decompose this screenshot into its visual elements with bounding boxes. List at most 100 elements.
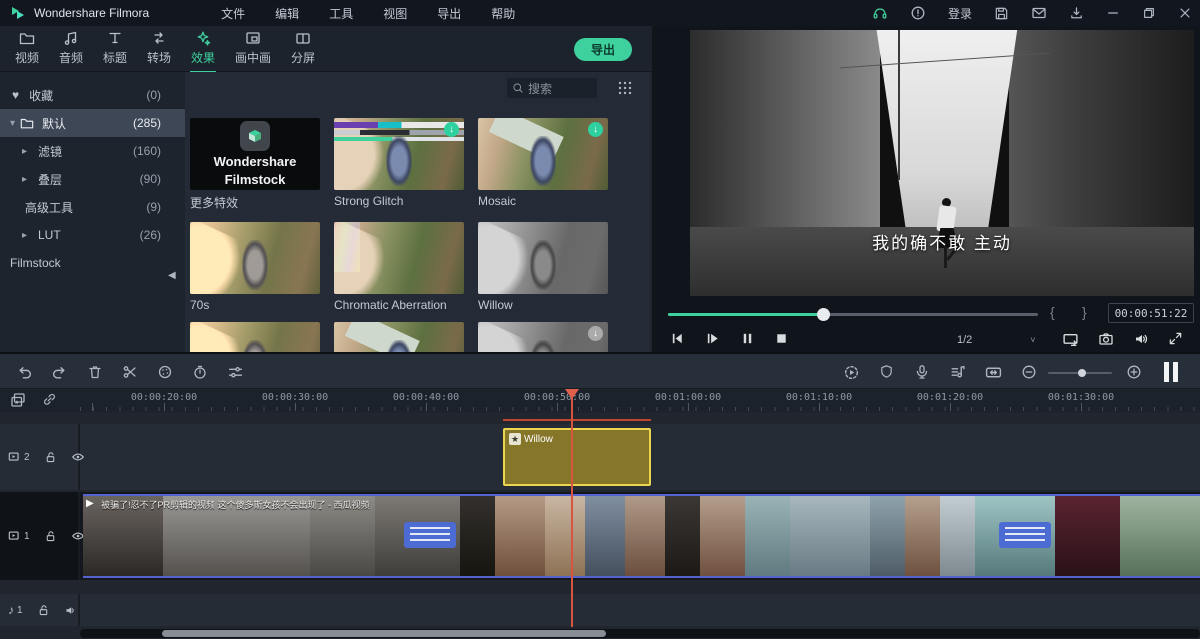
preview-video[interactable]: 我的确不敢 主动: [690, 30, 1194, 296]
lock-icon[interactable]: [37, 604, 50, 617]
tab-effects[interactable]: 效果: [180, 30, 226, 70]
effect-card-70s[interactable]: 70s: [190, 222, 320, 312]
effect-card-mosaic[interactable]: ↓ Mosaic: [478, 118, 608, 208]
video-track-1[interactable]: 1 ▶ 被骗了!忍不了PR剪辑的视频 这个傻多斯女孩不会出现了 - 西瓜视频: [0, 492, 1200, 580]
redo-icon[interactable]: [51, 364, 68, 381]
grid-view-icon[interactable]: [617, 80, 633, 96]
effect-clip-willow[interactable]: ★Willow: [503, 428, 651, 486]
heart-icon: ♥: [12, 88, 19, 102]
snapshot-camera-icon[interactable]: [1098, 331, 1114, 347]
voiceover-mic-icon[interactable]: [914, 364, 930, 380]
pause-button[interactable]: [740, 331, 755, 346]
close-button[interactable]: [1178, 6, 1192, 20]
export-button[interactable]: 导出: [574, 38, 632, 61]
link-icon[interactable]: [42, 392, 57, 407]
tab-titles[interactable]: 标题: [92, 30, 138, 70]
scrollbar-thumb[interactable]: [162, 630, 606, 637]
tab-split-screen[interactable]: 分屏: [280, 30, 326, 70]
undo-icon[interactable]: [16, 364, 33, 381]
previous-frame-button[interactable]: [670, 331, 685, 346]
menu-help[interactable]: 帮助: [491, 5, 515, 22]
stop-button[interactable]: [774, 331, 789, 346]
sidebar-item-advanced-tools[interactable]: 高级工具 (9): [0, 193, 185, 221]
play-button[interactable]: [705, 331, 720, 346]
folder-icon: [20, 116, 34, 130]
effect-card-strong-glitch[interactable]: ↓ Strong Glitch: [334, 118, 464, 208]
sidebar-item-filters[interactable]: ▸ 滤镜 (160): [0, 137, 185, 165]
mark-out-icon[interactable]: }: [1082, 304, 1087, 320]
color-correction-icon[interactable]: [157, 364, 173, 380]
tab-video[interactable]: 视频: [4, 30, 50, 70]
download-icon[interactable]: [1069, 6, 1084, 21]
tab-transitions[interactable]: 转场: [136, 30, 182, 70]
audio-track-1[interactable]: ♪1: [0, 594, 1200, 626]
delete-icon[interactable]: [87, 364, 103, 380]
seek-bar[interactable]: [668, 313, 1038, 316]
minimize-button[interactable]: [1106, 6, 1120, 20]
menu-tools[interactable]: 工具: [329, 5, 353, 22]
timeline-horizontal-scrollbar[interactable]: [80, 629, 1200, 638]
video-clip[interactable]: ▶ 被骗了!忍不了PR剪辑的视频 这个傻多斯女孩不会出现了 - 西瓜视频: [83, 494, 1200, 578]
menu-export[interactable]: 导出: [437, 5, 461, 22]
sidebar-collapse-handle[interactable]: ◀: [168, 270, 176, 281]
effect-card-partial[interactable]: [334, 322, 464, 352]
sidebar-item-overlays[interactable]: ▸ 叠层 (90): [0, 165, 185, 193]
sidebar-item-default[interactable]: ▾ 默认 (285): [0, 109, 185, 137]
playhead-handle[interactable]: [565, 389, 579, 399]
feedback-mail-icon[interactable]: [1031, 5, 1047, 21]
menu-view[interactable]: 视图: [383, 5, 407, 22]
download-badge-icon[interactable]: ↓: [588, 122, 603, 137]
add-marker-icon[interactable]: [10, 392, 26, 408]
pause-task-icon[interactable]: [1164, 362, 1180, 382]
sidebar-item-filmstock[interactable]: Filmstock: [0, 249, 185, 277]
playhead[interactable]: [571, 398, 573, 627]
speaker-icon[interactable]: [64, 604, 77, 617]
info-icon[interactable]: [910, 5, 926, 21]
fullscreen-icon[interactable]: [1168, 331, 1183, 346]
tab-pip[interactable]: 画中画: [226, 30, 280, 70]
render-preview-icon[interactable]: [843, 364, 860, 381]
effect-card-chromatic-aberration[interactable]: Chromatic Aberration: [334, 222, 464, 312]
track-2-header: 2: [0, 424, 80, 490]
zoom-out-icon[interactable]: [1021, 364, 1037, 380]
timeline-ruler[interactable]: 00:00:20:0000:00:30:0000:00:40:0000:00:5…: [0, 390, 1200, 412]
audio-mixer-icon[interactable]: [949, 364, 966, 381]
sidebar-item-lut[interactable]: ▸ LUT (26): [0, 221, 185, 249]
save-icon[interactable]: [994, 6, 1009, 21]
menu-edit[interactable]: 编辑: [275, 5, 299, 22]
volume-icon[interactable]: [1133, 331, 1149, 347]
eye-icon[interactable]: [71, 450, 85, 464]
zoom-slider-handle[interactable]: [1078, 369, 1086, 377]
sidebar-item-favorites[interactable]: ♥ 收藏 (0): [0, 81, 185, 109]
caret-right-icon: ▸: [22, 174, 32, 185]
support-headset-icon[interactable]: [872, 5, 888, 21]
chevron-down-icon: ˅: [1030, 335, 1035, 345]
video-track-2[interactable]: 2 ★Willow: [0, 424, 1200, 490]
preview-quality-select[interactable]: 1/2 ˅: [957, 329, 1049, 350]
restore-button[interactable]: [1142, 6, 1156, 20]
effect-card-willow[interactable]: Willow: [478, 222, 608, 312]
film-thumbnail: [665, 496, 700, 576]
menu-file[interactable]: 文件: [221, 5, 245, 22]
tab-audio[interactable]: 音频: [48, 30, 94, 70]
zoom-in-icon[interactable]: [1126, 364, 1142, 380]
download-badge-icon[interactable]: ↓: [444, 122, 459, 137]
seek-handle[interactable]: [817, 308, 830, 321]
lock-icon[interactable]: [44, 530, 57, 543]
speed-icon[interactable]: [192, 364, 208, 380]
effect-card-partial[interactable]: ↓: [478, 322, 608, 352]
download-badge-icon[interactable]: ↓: [588, 326, 603, 341]
marker-shield-icon[interactable]: [879, 364, 894, 379]
timeline-zoom-slider[interactable]: [1048, 372, 1112, 374]
second-display-icon[interactable]: [1062, 331, 1079, 348]
split-scissors-icon[interactable]: [122, 364, 138, 380]
lock-icon[interactable]: [44, 451, 57, 464]
effect-card-filmstock[interactable]: Wondershare Filmstock 更多特效: [190, 118, 320, 211]
adjust-sliders-icon[interactable]: [227, 364, 244, 381]
effect-card-partial[interactable]: [190, 322, 320, 352]
caret-right-icon: ▸: [22, 230, 32, 241]
track-size-icon[interactable]: [985, 364, 1002, 381]
mark-in-icon[interactable]: {: [1050, 304, 1055, 320]
search-input[interactable]: 搜索: [507, 78, 597, 98]
login-button[interactable]: 登录: [948, 5, 972, 22]
